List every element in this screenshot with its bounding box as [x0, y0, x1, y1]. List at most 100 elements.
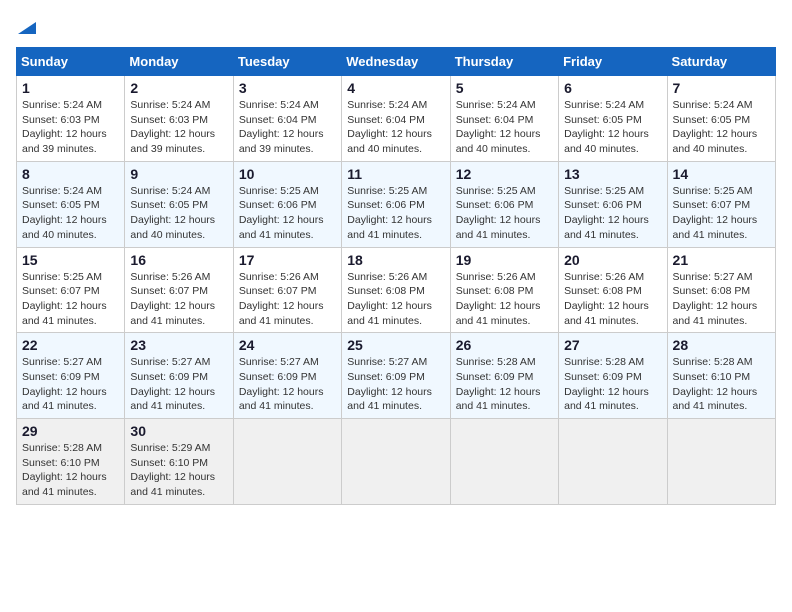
header — [16, 16, 776, 39]
calendar-cell: 9Sunrise: 5:24 AMSunset: 6:05 PMDaylight… — [125, 161, 233, 247]
sunrise-text: Sunrise: 5:28 AM — [22, 442, 102, 454]
day-info: Sunrise: 5:27 AMSunset: 6:09 PMDaylight:… — [347, 355, 444, 414]
sunset-text: Sunset: 6:08 PM — [347, 285, 425, 297]
calendar-week-1: 1 Sunrise: 5:24 AM Sunset: 6:03 PM Daylight… — [17, 76, 776, 162]
weekday-header-thursday: Thursday — [450, 48, 558, 76]
daylight-text: Daylight: 12 hours and 40 minutes. — [564, 128, 649, 155]
day-number: 7 — [673, 80, 770, 96]
day-info: Sunrise: 5:24 AM Sunset: 6:05 PM Daylight:… — [22, 184, 119, 243]
calendar-cell: 19Sunrise: 5:26 AMSunset: 6:08 PMDayligh… — [450, 247, 558, 333]
sunrise-text: Sunrise: 5:26 AM — [130, 271, 210, 283]
daylight-text: Daylight: 12 hours and 40 minutes. — [347, 128, 432, 155]
sunrise-text: Sunrise: 5:25 AM — [456, 185, 536, 197]
daylight-text: Daylight: 12 hours and 41 minutes. — [239, 300, 324, 327]
sunset-text: Sunset: 6:08 PM — [456, 285, 534, 297]
sunset-text: Sunset: 6:09 PM — [239, 371, 317, 383]
calendar-cell: 18 Sunrise: 5:26 AM Sunset: 6:08 PM Dayligh… — [342, 247, 450, 333]
calendar-cell: 14Sunrise: 5:25 AMSunset: 6:07 PMDayligh… — [667, 161, 775, 247]
sunrise-text: Sunrise: 5:27 AM — [130, 356, 210, 368]
sunset-text: Sunset: 6:08 PM — [564, 285, 642, 297]
daylight-text: Daylight: 12 hours and 41 minutes. — [347, 386, 432, 413]
sunset-text: Sunset: 6:09 PM — [22, 371, 100, 383]
calendar-cell: 12Sunrise: 5:25 AMSunset: 6:06 PMDayligh… — [450, 161, 558, 247]
daylight-text: Daylight: 12 hours and 41 minutes. — [564, 386, 649, 413]
calendar-week-2: 8Sunrise: 5:24 AMSunset: 6:05 PMDaylight… — [17, 161, 776, 247]
day-number: 2 — [130, 80, 227, 96]
day-number: 6 — [564, 80, 661, 96]
day-number: 1 — [22, 80, 119, 96]
sunrise-text: Sunrise: 5:24 AM — [564, 99, 644, 111]
sunset-text: Sunset: 6:09 PM — [564, 371, 642, 383]
sunrise-text: Sunrise: 5:24 AM — [22, 185, 102, 197]
calendar-body: 1 Sunrise: 5:24 AM Sunset: 6:03 PM Daylight… — [17, 76, 776, 505]
day-info: Sunrise: 5:26 AMSunset: 6:08 PMDaylight:… — [456, 270, 553, 329]
daylight-text: Daylight: 12 hours and 41 minutes. — [347, 300, 432, 327]
daylight-text: Daylight: 12 hours and 41 minutes. — [456, 386, 541, 413]
day-info: Sunrise: 5:26 AMSunset: 6:07 PMDaylight:… — [239, 270, 336, 329]
sunset-text: Sunset: 6:07 PM — [130, 285, 208, 297]
calendar-cell: 25Sunrise: 5:27 AMSunset: 6:09 PMDayligh… — [342, 333, 450, 419]
calendar-cell: 28Sunrise: 5:28 AMSunset: 6:10 PMDayligh… — [667, 333, 775, 419]
day-info: Sunrise: 5:24 AMSunset: 6:05 PMDaylight:… — [673, 98, 770, 157]
calendar-cell: 22 Sunrise: 5:27 AM Sunset: 6:09 PM Dayligh… — [17, 333, 125, 419]
calendar-cell: 8Sunrise: 5:24 AMSunset: 6:05 PMDaylight… — [17, 161, 125, 247]
daylight-text: Daylight: 12 hours and 41 minutes. — [239, 386, 324, 413]
calendar-cell: 20Sunrise: 5:26 AMSunset: 6:08 PMDayligh… — [559, 247, 667, 333]
day-info: Sunrise: 5:26 AMSunset: 6:07 PMDaylight:… — [130, 270, 227, 329]
sunset-text: Sunset: 6:05 PM — [22, 199, 100, 211]
day-number: 22 — [22, 337, 119, 353]
sunrise-text: Sunrise: 5:27 AM — [22, 356, 102, 368]
calendar-cell: 30Sunrise: 5:29 AMSunset: 6:10 PMDayligh… — [125, 419, 233, 505]
sunset-text: Sunset: 6:06 PM — [564, 199, 642, 211]
sunrise-text: Sunrise: 5:26 AM — [239, 271, 319, 283]
weekday-header-friday: Friday — [559, 48, 667, 76]
sunset-text: Sunset: 6:06 PM — [347, 199, 425, 211]
day-number: 18 — [347, 252, 444, 268]
daylight-text: Daylight: 12 hours and 41 minutes. — [564, 214, 649, 241]
daylight-text: Daylight: 12 hours and 40 minutes. — [22, 214, 107, 241]
sunset-text: Sunset: 6:06 PM — [456, 199, 534, 211]
calendar-week-3: 15Sunrise: 5:25 AMSunset: 6:07 PMDayligh… — [17, 247, 776, 333]
sunrise-text: Sunrise: 5:25 AM — [673, 185, 753, 197]
day-number: 26 — [456, 337, 553, 353]
calendar-cell: 29Sunrise: 5:28 AMSunset: 6:10 PMDayligh… — [17, 419, 125, 505]
day-info: Sunrise: 5:24 AMSunset: 6:05 PMDaylight:… — [564, 98, 661, 157]
calendar-cell: 1Sunrise: 5:24 AMSunset: 6:03 PMDaylight… — [17, 76, 125, 162]
day-info: Sunrise: 5:25 AMSunset: 6:06 PMDaylight:… — [347, 184, 444, 243]
sunset-text: Sunset: 6:03 PM — [130, 114, 208, 126]
calendar-cell: 10Sunrise: 5:25 AMSunset: 6:06 PMDayligh… — [233, 161, 341, 247]
sunrise-text: Sunrise: 5:26 AM — [564, 271, 644, 283]
day-info: Sunrise: 5:27 AMSunset: 6:08 PMDaylight:… — [673, 270, 770, 329]
day-info: Sunrise: 5:24 AMSunset: 6:05 PMDaylight:… — [130, 184, 227, 243]
day-info: Sunrise: 5:28 AMSunset: 6:10 PMDaylight:… — [673, 355, 770, 414]
day-number: 17 — [239, 252, 336, 268]
sunrise-text: Sunrise: 5:28 AM — [564, 356, 644, 368]
daylight-text: Daylight: 12 hours and 41 minutes. — [22, 386, 107, 413]
sunset-text: Sunset: 6:06 PM — [239, 199, 317, 211]
daylight-text: Daylight: 12 hours and 41 minutes. — [239, 214, 324, 241]
day-info: Sunrise: 5:26 AM Sunset: 6:08 PM Daylight:… — [347, 270, 444, 329]
day-info: Sunrise: 5:25 AMSunset: 6:06 PMDaylight:… — [564, 184, 661, 243]
sunrise-text: Sunrise: 5:24 AM — [456, 99, 536, 111]
weekday-header-sunday: Sunday — [17, 48, 125, 76]
sunrise-text: Sunrise: 5:26 AM — [347, 271, 427, 283]
weekday-header-monday: Monday — [125, 48, 233, 76]
day-number: 11 — [347, 166, 444, 182]
sunset-text: Sunset: 6:09 PM — [456, 371, 534, 383]
calendar-cell — [233, 419, 341, 505]
sunset-text: Sunset: 6:07 PM — [673, 199, 751, 211]
day-info: Sunrise: 5:25 AMSunset: 6:07 PMDaylight:… — [673, 184, 770, 243]
weekday-header-tuesday: Tuesday — [233, 48, 341, 76]
daylight-text: Daylight: 12 hours and 41 minutes. — [347, 214, 432, 241]
day-number: 3 — [239, 80, 336, 96]
calendar-cell: 21Sunrise: 5:27 AMSunset: 6:08 PMDayligh… — [667, 247, 775, 333]
calendar-header-row: SundayMondayTuesdayWednesdayThursdayFrid… — [17, 48, 776, 76]
day-number: 4 — [347, 80, 444, 96]
daylight-text: Daylight: 12 hours and 40 minutes. — [130, 214, 215, 241]
day-number: 16 — [130, 252, 227, 268]
daylight-text: Daylight: 12 hours and 39 minutes. — [22, 128, 107, 155]
day-number: 29 — [22, 423, 119, 439]
calendar-cell: 17 Sunrise: 5:26 AMSunset: 6:07 PMDayligh… — [233, 247, 341, 333]
calendar-cell: 3Sunrise: 5:24 AMSunset: 6:04 PMDaylight… — [233, 76, 341, 162]
daylight-text: Daylight: 12 hours and 39 minutes. — [130, 128, 215, 155]
